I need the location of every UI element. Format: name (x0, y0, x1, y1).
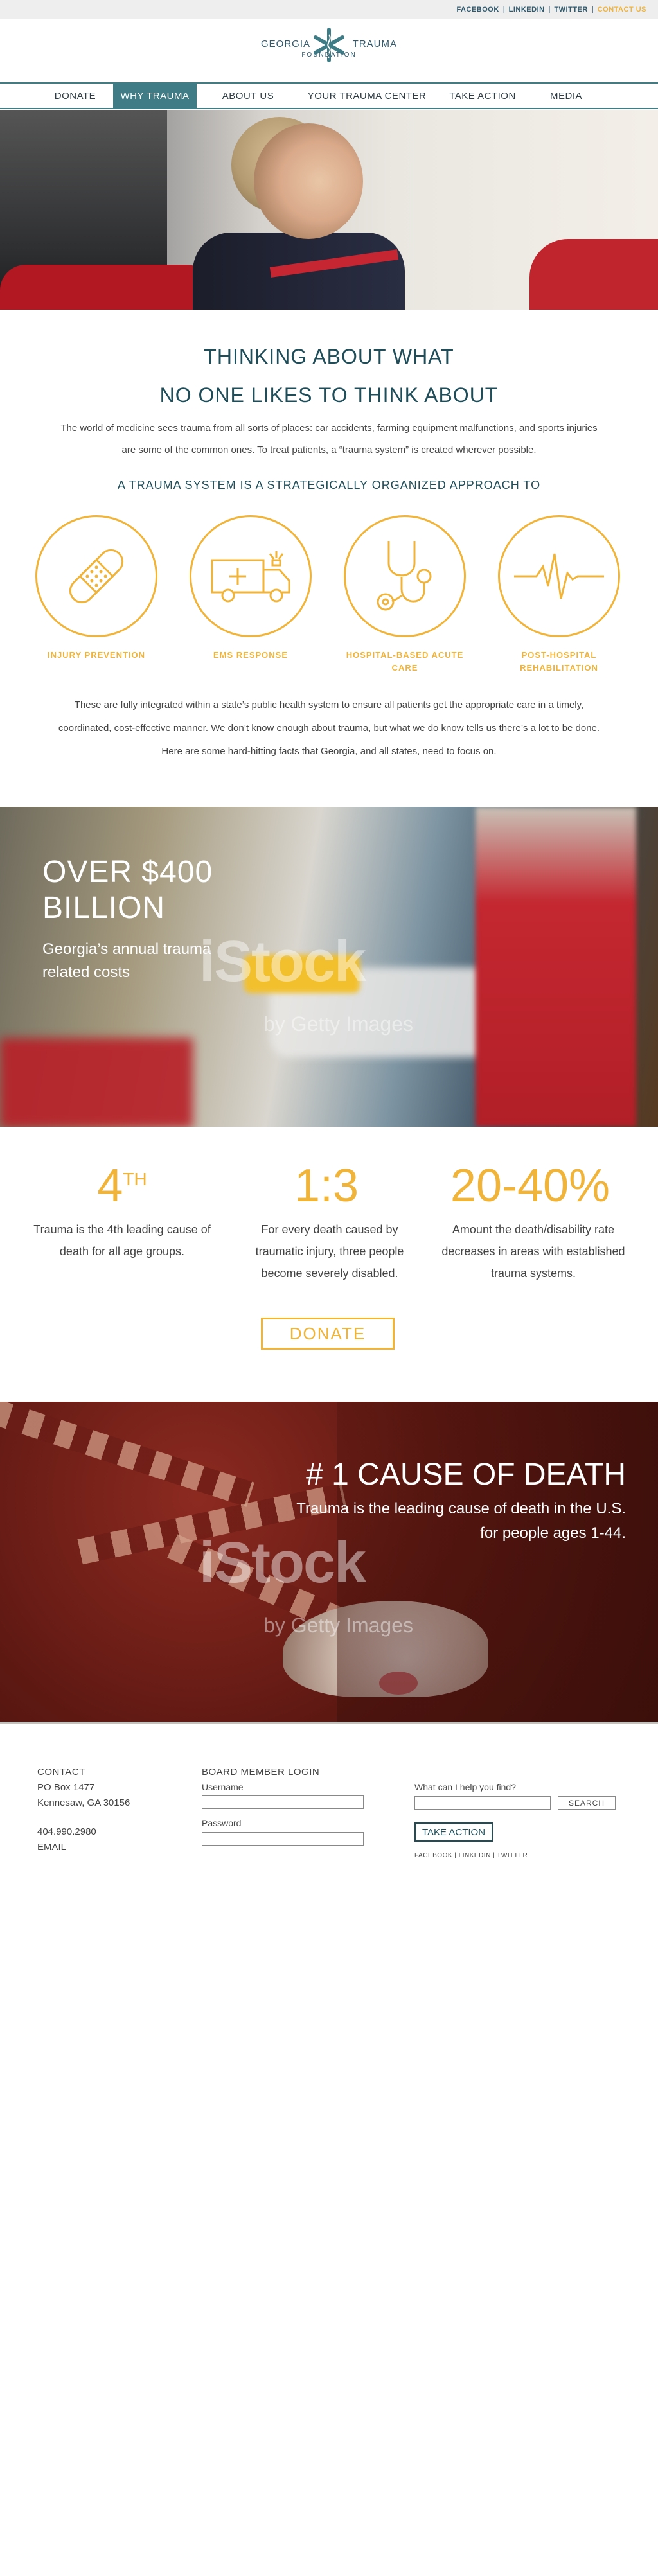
top-social-bar: FACEBOOK | LINKEDIN | TWITTER | CONTACT … (0, 0, 658, 19)
stat-desc-ratio: For every death caused by traumatic inju… (255, 1223, 404, 1280)
twitter-link[interactable]: TWITTER (554, 6, 587, 13)
footer-facebook-link[interactable]: FACEBOOK (414, 1852, 452, 1859)
nav-donate[interactable]: DONATE (37, 84, 113, 108)
star-of-life-icon (314, 28, 344, 62)
cause-subtext: Trauma is the leading cause of death in … (296, 1500, 626, 1542)
password-label: Password (202, 1818, 242, 1828)
footer-address-line2: Kennesaw, GA 30156 (37, 1797, 130, 1808)
stat-number-rank-sup: TH (123, 1169, 147, 1189)
stat-number-rank-value: 4 (97, 1160, 123, 1212)
footer-linkedin-link[interactable]: LINKEDIN (459, 1852, 491, 1859)
footer-social-links: FACEBOOK | LINKEDIN | TWITTER (414, 1852, 528, 1859)
stock-watermark-sub: by Getty Images (263, 1012, 413, 1036)
nav-your-trauma-center[interactable]: YOUR TRAUMA CENTER (299, 84, 434, 108)
password-input[interactable] (202, 1832, 364, 1846)
take-action-button[interactable]: TAKE ACTION (414, 1822, 493, 1842)
search-label: What can I help you find? (414, 1782, 516, 1792)
stat-number-ratio: 1:3 (294, 1160, 359, 1212)
section-title-line1: THINKING ABOUT WHAT (204, 345, 454, 368)
linkedin-link[interactable]: LINKEDIN (509, 6, 545, 13)
stat-desc-percent: Amount the death/disability rate decreas… (441, 1223, 625, 1280)
section-title-line2: NO ONE LIKES TO THINK ABOUT (159, 384, 499, 407)
divider (0, 1722, 658, 1724)
cause-photo-band: iStock by Getty Images (0, 1402, 658, 1723)
footer-contact-label: CONTACT (37, 1767, 85, 1778)
logo-subtitle: FOUNDATION (301, 51, 357, 58)
footer-phone[interactable]: 404.990.2980 (37, 1824, 96, 1840)
nav-media[interactable]: MEDIA (531, 84, 601, 108)
nav-about-us[interactable]: ABOUT US (197, 84, 299, 108)
stethoscope-icon (344, 515, 466, 637)
cost-subtext: Georgia’s annual trauma related costs (42, 940, 211, 981)
stat-number-rank: 4TH (26, 1160, 218, 1212)
separator: | (548, 5, 551, 13)
nav-take-action[interactable]: TAKE ACTION (434, 84, 531, 108)
system-paragraph: These are fully integrated within a stat… (58, 700, 600, 757)
stock-watermark-sub: by Getty Images (263, 1614, 413, 1637)
cost-headline-line2: BILLION (42, 891, 166, 925)
cost-headline: OVER $400 BILLION (42, 854, 213, 926)
approach-label-injury: INJURY PREVENTION (47, 650, 146, 660)
approach-label-rehab: POST-HOSPITAL REHABILITATION (520, 650, 598, 673)
footer-twitter-link[interactable]: TWITTER (497, 1852, 528, 1859)
cause-title: # 1 CAUSE OF DEATH (306, 1458, 626, 1492)
stat-number-percent: 20-40% (450, 1160, 610, 1212)
hero-image (0, 110, 658, 310)
logo-text-left: GEORGIA (261, 39, 311, 49)
facebook-link[interactable]: FACEBOOK (456, 6, 499, 13)
footer-email-link[interactable]: EMAIL (37, 1840, 66, 1855)
site-logo[interactable]: GEORGIA TRAUMA FOUNDATION (258, 26, 400, 72)
cost-headline-line1: OVER $400 (42, 855, 213, 889)
ambulance-icon (190, 515, 312, 637)
heartbeat-icon (498, 515, 620, 637)
search-input[interactable] (414, 1796, 551, 1810)
bandage-icon (35, 515, 157, 637)
nav-why-trauma[interactable]: WHY TRAUMA (113, 84, 197, 108)
footer-address-line1: PO Box 1477 (37, 1782, 95, 1793)
donate-button[interactable]: DONATE (261, 1318, 395, 1350)
username-label: Username (202, 1782, 244, 1792)
main-nav: DONATE WHY TRAUMA ABOUT US YOUR TRAUMA C… (0, 82, 658, 109)
approach-label-hospital: HOSPITAL-BASED ACUTE CARE (346, 650, 464, 673)
intro-paragraph: The world of medicine sees trauma from a… (60, 423, 598, 455)
stat-desc-rank: Trauma is the 4th leading cause of death… (33, 1223, 211, 1258)
approach-subhead: A TRAUMA SYSTEM IS A STRATEGICALLY ORGAN… (117, 479, 541, 491)
separator: | (502, 5, 505, 13)
username-input[interactable] (202, 1795, 364, 1809)
search-button[interactable]: SEARCH (558, 1796, 616, 1810)
logo-text-right: TRAUMA (352, 39, 397, 49)
separator: | (591, 5, 594, 13)
contact-us-link[interactable]: CONTACT US (598, 6, 646, 13)
board-login-label: BOARD MEMBER LOGIN (202, 1767, 320, 1778)
approach-label-ems: EMS RESPONSE (213, 650, 289, 660)
